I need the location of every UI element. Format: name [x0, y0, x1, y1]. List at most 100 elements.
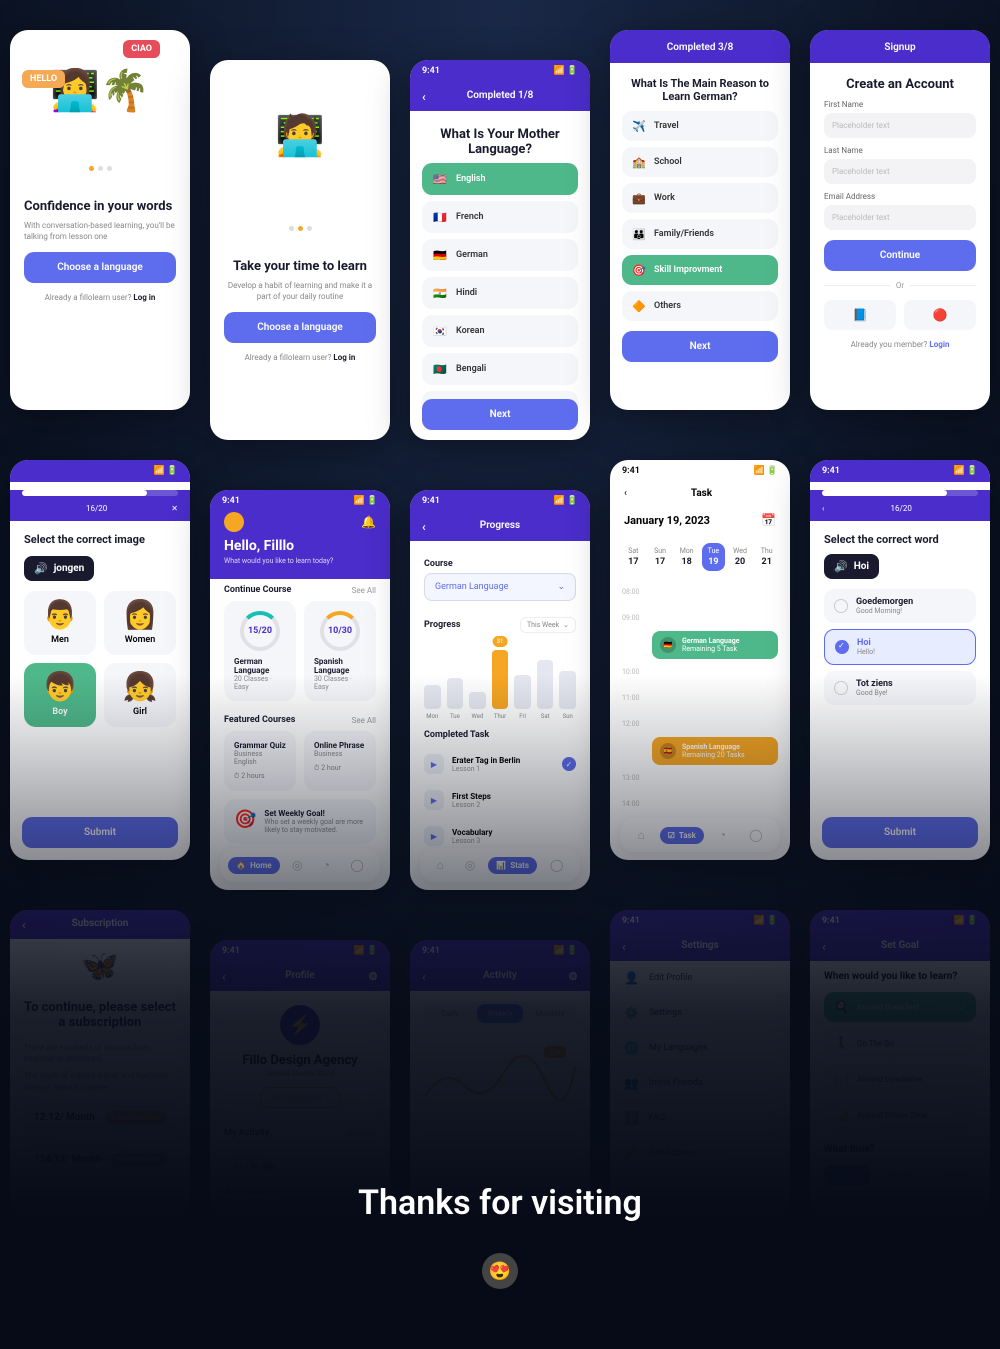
text-input[interactable]: Placeholder text	[824, 113, 976, 138]
tab[interactable]: Weekly	[477, 1004, 523, 1023]
day-button[interactable]: Sun17	[649, 543, 672, 571]
facebook-button[interactable]: 📘	[824, 300, 896, 330]
week-select[interactable]: This Week ⌄	[520, 617, 576, 633]
reason-option[interactable]: 🔶Others	[622, 291, 778, 321]
goal-option[interactable]: 🚶On The Go	[824, 1028, 976, 1058]
word-pill[interactable]: 🔊jongen	[24, 556, 94, 581]
back-icon[interactable]: ‹	[222, 970, 226, 984]
course-dropdown[interactable]: German Language⌄	[424, 573, 576, 601]
add-language-button[interactable]: Add Language +	[260, 1087, 340, 1108]
quiz-option[interactable]: 👦Boy	[24, 663, 96, 727]
day-button[interactable]: Sat17	[622, 543, 645, 571]
word-pill[interactable]: 🔊Hoi	[824, 554, 879, 579]
avatar[interactable]	[224, 512, 244, 532]
tab[interactable]: Daily	[427, 1004, 473, 1023]
answer-option[interactable]: GoedemorgenGood Morning!	[824, 589, 976, 623]
plan-option[interactable]: 12.12/ Month1 week free trial	[24, 1101, 176, 1135]
nav-home[interactable]: 🏠 Home	[228, 857, 279, 874]
see-all-link[interactable]: See All	[352, 716, 376, 725]
close-icon[interactable]: ✕	[171, 504, 178, 513]
gear-icon[interactable]: ⚙	[368, 970, 378, 983]
back-icon[interactable]: ‹	[422, 970, 426, 984]
nav-profile[interactable]: ◯	[542, 854, 571, 876]
reason-option[interactable]: 🎯Skill Improvment	[622, 255, 778, 285]
login-link[interactable]: Log in	[333, 353, 355, 362]
reason-option[interactable]: 👪Family/Friends	[622, 219, 778, 249]
gear-icon[interactable]: ⚙	[568, 970, 578, 983]
language-option[interactable]: 🇮🇳Hindi	[422, 277, 578, 309]
language-option[interactable]: 🇫🇷French	[422, 201, 578, 233]
nav-stats[interactable]: ◔	[315, 854, 338, 876]
time-option[interactable]: 10:00 Am	[929, 1165, 976, 1185]
quiz-option[interactable]: 👨Men	[24, 591, 96, 655]
nav-home[interactable]: ⌂	[429, 854, 452, 876]
event[interactable]: 🇩🇪German LanguageRemaining 5 Task	[652, 631, 778, 659]
submit-button[interactable]: Submit	[22, 817, 178, 848]
choose-language-button[interactable]: Choose a language	[24, 252, 176, 283]
settings-row[interactable]: ⚙️Settings	[610, 996, 790, 1031]
bell-icon[interactable]: 🔔	[361, 515, 376, 529]
settings-row[interactable]: 👥Invite Frienda	[610, 1066, 790, 1101]
back-icon[interactable]: ‹	[822, 940, 826, 954]
goal-option[interactable]: 🌙Around Dinner Time	[824, 1100, 976, 1130]
login-link[interactable]: Login	[929, 340, 949, 349]
event[interactable]: 🇪🇸Spanish LanguageRemaining 20 Tasks	[652, 737, 778, 765]
back-icon[interactable]: ‹	[622, 940, 626, 954]
nav-task[interactable]: ☑ Task	[660, 827, 704, 844]
day-button[interactable]: Thu21	[755, 543, 778, 571]
time-option[interactable]: 8:00 Am	[824, 1165, 871, 1185]
quiz-option[interactable]: 👩Women	[104, 591, 176, 655]
choose-language-button[interactable]: Choose a language	[224, 312, 376, 343]
language-option[interactable]: 🇩🇪German	[422, 239, 578, 271]
goal-banner[interactable]: 🎯 Set Weekly Goal!Who set a weekly goal …	[224, 799, 376, 844]
time-option[interactable]: 9:00 Am	[877, 1165, 924, 1185]
quiz-option[interactable]: 👧Girl	[104, 663, 176, 727]
nav-stats[interactable]: ◔	[711, 824, 734, 846]
nav-task[interactable]: ◎	[457, 854, 483, 876]
task-row[interactable]: ▶Erater Tag in BerlinLesson 1✓	[410, 746, 590, 782]
task-row[interactable]: ▶First StepsLesson 2	[410, 782, 590, 818]
settings-row[interactable]: 🔑Get Access	[610, 1136, 790, 1171]
next-button[interactable]: Next	[622, 331, 778, 362]
calendar-icon[interactable]: 📅	[761, 513, 776, 527]
day-button[interactable]: Mon18	[675, 543, 698, 571]
continue-button[interactable]: Continue	[824, 240, 976, 271]
reason-option[interactable]: 💼Work	[622, 183, 778, 213]
language-option[interactable]: 🇰🇷Korean	[422, 315, 578, 347]
text-input[interactable]: Placeholder text	[824, 159, 976, 184]
submit-button[interactable]: Submit	[822, 817, 978, 848]
settings-row[interactable]: 🌐My Languages	[610, 1031, 790, 1066]
goal-option[interactable]: 🍳Around Breakfast✓	[824, 992, 976, 1022]
answer-option[interactable]: Tot ziensGood Bye!	[824, 671, 976, 705]
login-link[interactable]: Log in	[133, 293, 155, 302]
course-card[interactable]: 10/30 Spanish Language 30 Classes · Easy	[304, 601, 376, 701]
featured-card[interactable]: Online Phrase Business ⏱ 2 hour	[304, 731, 376, 791]
back-icon[interactable]: ‹	[624, 488, 627, 499]
see-all-link[interactable]: See All	[352, 586, 376, 595]
tab[interactable]: Monthly	[527, 1004, 573, 1023]
text-input[interactable]: Placeholder text	[824, 205, 976, 230]
goal-option[interactable]: 🍽️Around Lunchtime	[824, 1064, 976, 1094]
nav-stats[interactable]: 📊 Stats	[488, 857, 537, 874]
course-card[interactable]: 15/20 German Language 20 Classes · Easy	[224, 601, 296, 701]
nav-profile[interactable]: ◯	[342, 854, 371, 876]
language-option[interactable]: 🇺🇸English	[422, 163, 578, 195]
back-icon[interactable]: ‹	[22, 918, 26, 932]
plan-option[interactable]: 124.12/ MonthYearly Special	[24, 1143, 176, 1177]
reason-option[interactable]: 🏫School	[622, 147, 778, 177]
day-button[interactable]: Wed20	[729, 543, 752, 571]
day-button[interactable]: Tue19	[702, 543, 725, 571]
view-all-link[interactable]: View All	[348, 1129, 376, 1138]
reason-option[interactable]: ✈️Travel	[622, 111, 778, 141]
featured-card[interactable]: Grammar Quiz Business English ⏱ 2 hours	[224, 731, 296, 791]
google-button[interactable]: 🔴	[904, 300, 976, 330]
back-icon[interactable]: ‹	[822, 504, 824, 513]
answer-option[interactable]: HoiHello!	[824, 629, 976, 665]
language-option[interactable]: 🇧🇩Bengali	[422, 353, 578, 385]
settings-row[interactable]: 👤Edit Profile	[610, 961, 790, 996]
nav-task[interactable]: ◎	[284, 854, 310, 876]
back-icon[interactable]: ‹	[422, 90, 426, 104]
back-icon[interactable]: ‹	[422, 520, 426, 534]
next-button[interactable]: Next	[422, 399, 578, 430]
nav-home[interactable]: ⌂	[629, 824, 652, 846]
